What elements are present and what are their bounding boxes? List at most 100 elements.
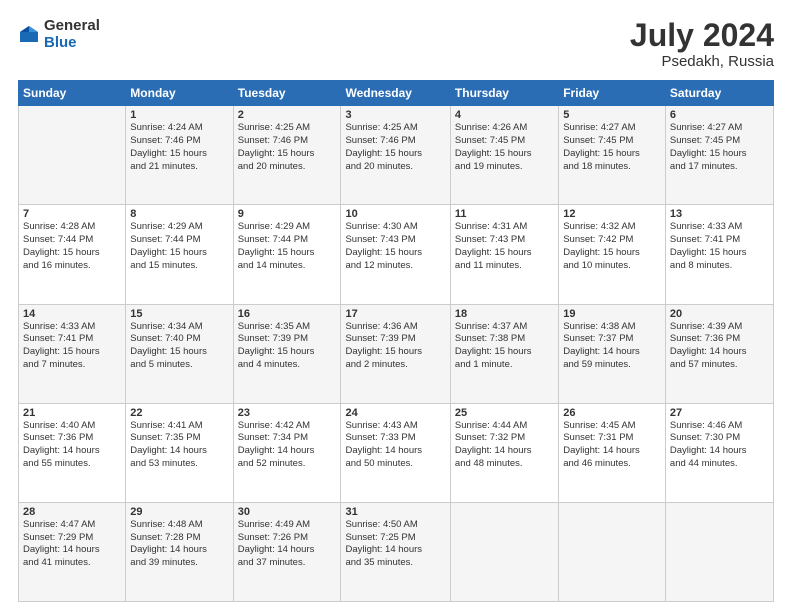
day-number: 23 xyxy=(238,407,337,419)
day-number: 31 xyxy=(345,506,445,518)
day-info: Sunrise: 4:38 AM Sunset: 7:37 PM Dayligh… xyxy=(563,321,661,372)
day-info: Sunrise: 4:36 AM Sunset: 7:39 PM Dayligh… xyxy=(345,321,445,372)
day-number: 4 xyxy=(455,109,554,121)
day-cell: 5Sunrise: 4:27 AM Sunset: 7:45 PM Daylig… xyxy=(559,106,666,205)
day-info: Sunrise: 4:46 AM Sunset: 7:30 PM Dayligh… xyxy=(670,420,769,471)
day-number: 21 xyxy=(23,407,121,419)
day-number: 8 xyxy=(130,208,228,220)
day-number: 25 xyxy=(455,407,554,419)
day-number: 24 xyxy=(345,407,445,419)
day-cell: 1Sunrise: 4:24 AM Sunset: 7:46 PM Daylig… xyxy=(126,106,233,205)
day-cell: 2Sunrise: 4:25 AM Sunset: 7:46 PM Daylig… xyxy=(233,106,341,205)
day-number: 26 xyxy=(563,407,661,419)
day-info: Sunrise: 4:35 AM Sunset: 7:39 PM Dayligh… xyxy=(238,321,337,372)
day-info: Sunrise: 4:28 AM Sunset: 7:44 PM Dayligh… xyxy=(23,221,121,272)
day-cell: 3Sunrise: 4:25 AM Sunset: 7:46 PM Daylig… xyxy=(341,106,450,205)
logo-blue-text: Blue xyxy=(44,35,100,52)
day-number: 30 xyxy=(238,506,337,518)
day-info: Sunrise: 4:33 AM Sunset: 7:41 PM Dayligh… xyxy=(23,321,121,372)
title-area: July 2024 Psedakh, Russia xyxy=(630,18,774,70)
day-number: 14 xyxy=(23,308,121,320)
weekday-header-tuesday: Tuesday xyxy=(233,81,341,106)
day-number: 15 xyxy=(130,308,228,320)
day-number: 16 xyxy=(238,308,337,320)
title-location: Psedakh, Russia xyxy=(630,53,774,70)
day-cell: 20Sunrise: 4:39 AM Sunset: 7:36 PM Dayli… xyxy=(665,304,773,403)
day-cell xyxy=(19,106,126,205)
logo: General Blue xyxy=(18,18,100,51)
weekday-header-row: SundayMondayTuesdayWednesdayThursdayFrid… xyxy=(19,81,774,106)
day-info: Sunrise: 4:27 AM Sunset: 7:45 PM Dayligh… xyxy=(670,122,769,173)
day-number: 1 xyxy=(130,109,228,121)
day-info: Sunrise: 4:49 AM Sunset: 7:26 PM Dayligh… xyxy=(238,519,337,570)
day-info: Sunrise: 4:50 AM Sunset: 7:25 PM Dayligh… xyxy=(345,519,445,570)
day-number: 3 xyxy=(345,109,445,121)
week-row-4: 21Sunrise: 4:40 AM Sunset: 7:36 PM Dayli… xyxy=(19,403,774,502)
day-info: Sunrise: 4:34 AM Sunset: 7:40 PM Dayligh… xyxy=(130,321,228,372)
day-number: 28 xyxy=(23,506,121,518)
day-cell: 6Sunrise: 4:27 AM Sunset: 7:45 PM Daylig… xyxy=(665,106,773,205)
day-info: Sunrise: 4:41 AM Sunset: 7:35 PM Dayligh… xyxy=(130,420,228,471)
day-cell xyxy=(559,502,666,601)
day-info: Sunrise: 4:43 AM Sunset: 7:33 PM Dayligh… xyxy=(345,420,445,471)
day-cell: 25Sunrise: 4:44 AM Sunset: 7:32 PM Dayli… xyxy=(450,403,558,502)
weekday-header-monday: Monday xyxy=(126,81,233,106)
day-info: Sunrise: 4:24 AM Sunset: 7:46 PM Dayligh… xyxy=(130,122,228,173)
weekday-header-wednesday: Wednesday xyxy=(341,81,450,106)
day-cell: 22Sunrise: 4:41 AM Sunset: 7:35 PM Dayli… xyxy=(126,403,233,502)
week-row-2: 7Sunrise: 4:28 AM Sunset: 7:44 PM Daylig… xyxy=(19,205,774,304)
week-row-5: 28Sunrise: 4:47 AM Sunset: 7:29 PM Dayli… xyxy=(19,502,774,601)
title-month: July 2024 xyxy=(630,18,774,53)
day-cell: 9Sunrise: 4:29 AM Sunset: 7:44 PM Daylig… xyxy=(233,205,341,304)
day-cell: 7Sunrise: 4:28 AM Sunset: 7:44 PM Daylig… xyxy=(19,205,126,304)
day-number: 2 xyxy=(238,109,337,121)
weekday-header-saturday: Saturday xyxy=(665,81,773,106)
logo-general-text: General xyxy=(44,18,100,35)
day-number: 13 xyxy=(670,208,769,220)
day-cell: 29Sunrise: 4:48 AM Sunset: 7:28 PM Dayli… xyxy=(126,502,233,601)
logo-icon xyxy=(18,24,40,46)
day-cell: 24Sunrise: 4:43 AM Sunset: 7:33 PM Dayli… xyxy=(341,403,450,502)
day-cell: 8Sunrise: 4:29 AM Sunset: 7:44 PM Daylig… xyxy=(126,205,233,304)
day-number: 27 xyxy=(670,407,769,419)
day-number: 17 xyxy=(345,308,445,320)
day-info: Sunrise: 4:26 AM Sunset: 7:45 PM Dayligh… xyxy=(455,122,554,173)
header: General Blue July 2024 Psedakh, Russia xyxy=(18,18,774,70)
day-number: 29 xyxy=(130,506,228,518)
weekday-header-sunday: Sunday xyxy=(19,81,126,106)
day-number: 12 xyxy=(563,208,661,220)
day-cell: 21Sunrise: 4:40 AM Sunset: 7:36 PM Dayli… xyxy=(19,403,126,502)
day-info: Sunrise: 4:39 AM Sunset: 7:36 PM Dayligh… xyxy=(670,321,769,372)
day-cell: 19Sunrise: 4:38 AM Sunset: 7:37 PM Dayli… xyxy=(559,304,666,403)
day-info: Sunrise: 4:27 AM Sunset: 7:45 PM Dayligh… xyxy=(563,122,661,173)
day-cell: 30Sunrise: 4:49 AM Sunset: 7:26 PM Dayli… xyxy=(233,502,341,601)
day-cell: 26Sunrise: 4:45 AM Sunset: 7:31 PM Dayli… xyxy=(559,403,666,502)
day-number: 11 xyxy=(455,208,554,220)
day-info: Sunrise: 4:40 AM Sunset: 7:36 PM Dayligh… xyxy=(23,420,121,471)
day-cell: 31Sunrise: 4:50 AM Sunset: 7:25 PM Dayli… xyxy=(341,502,450,601)
week-row-3: 14Sunrise: 4:33 AM Sunset: 7:41 PM Dayli… xyxy=(19,304,774,403)
day-cell: 17Sunrise: 4:36 AM Sunset: 7:39 PM Dayli… xyxy=(341,304,450,403)
day-cell: 14Sunrise: 4:33 AM Sunset: 7:41 PM Dayli… xyxy=(19,304,126,403)
day-cell: 10Sunrise: 4:30 AM Sunset: 7:43 PM Dayli… xyxy=(341,205,450,304)
day-cell: 13Sunrise: 4:33 AM Sunset: 7:41 PM Dayli… xyxy=(665,205,773,304)
day-info: Sunrise: 4:42 AM Sunset: 7:34 PM Dayligh… xyxy=(238,420,337,471)
day-info: Sunrise: 4:29 AM Sunset: 7:44 PM Dayligh… xyxy=(238,221,337,272)
week-row-1: 1Sunrise: 4:24 AM Sunset: 7:46 PM Daylig… xyxy=(19,106,774,205)
day-number: 18 xyxy=(455,308,554,320)
day-info: Sunrise: 4:31 AM Sunset: 7:43 PM Dayligh… xyxy=(455,221,554,272)
day-cell: 23Sunrise: 4:42 AM Sunset: 7:34 PM Dayli… xyxy=(233,403,341,502)
day-number: 5 xyxy=(563,109,661,121)
day-cell: 15Sunrise: 4:34 AM Sunset: 7:40 PM Dayli… xyxy=(126,304,233,403)
day-number: 6 xyxy=(670,109,769,121)
day-cell: 27Sunrise: 4:46 AM Sunset: 7:30 PM Dayli… xyxy=(665,403,773,502)
day-info: Sunrise: 4:33 AM Sunset: 7:41 PM Dayligh… xyxy=(670,221,769,272)
day-info: Sunrise: 4:30 AM Sunset: 7:43 PM Dayligh… xyxy=(345,221,445,272)
day-number: 19 xyxy=(563,308,661,320)
day-info: Sunrise: 4:44 AM Sunset: 7:32 PM Dayligh… xyxy=(455,420,554,471)
day-info: Sunrise: 4:29 AM Sunset: 7:44 PM Dayligh… xyxy=(130,221,228,272)
day-info: Sunrise: 4:25 AM Sunset: 7:46 PM Dayligh… xyxy=(345,122,445,173)
day-info: Sunrise: 4:45 AM Sunset: 7:31 PM Dayligh… xyxy=(563,420,661,471)
day-cell xyxy=(665,502,773,601)
day-cell: 11Sunrise: 4:31 AM Sunset: 7:43 PM Dayli… xyxy=(450,205,558,304)
